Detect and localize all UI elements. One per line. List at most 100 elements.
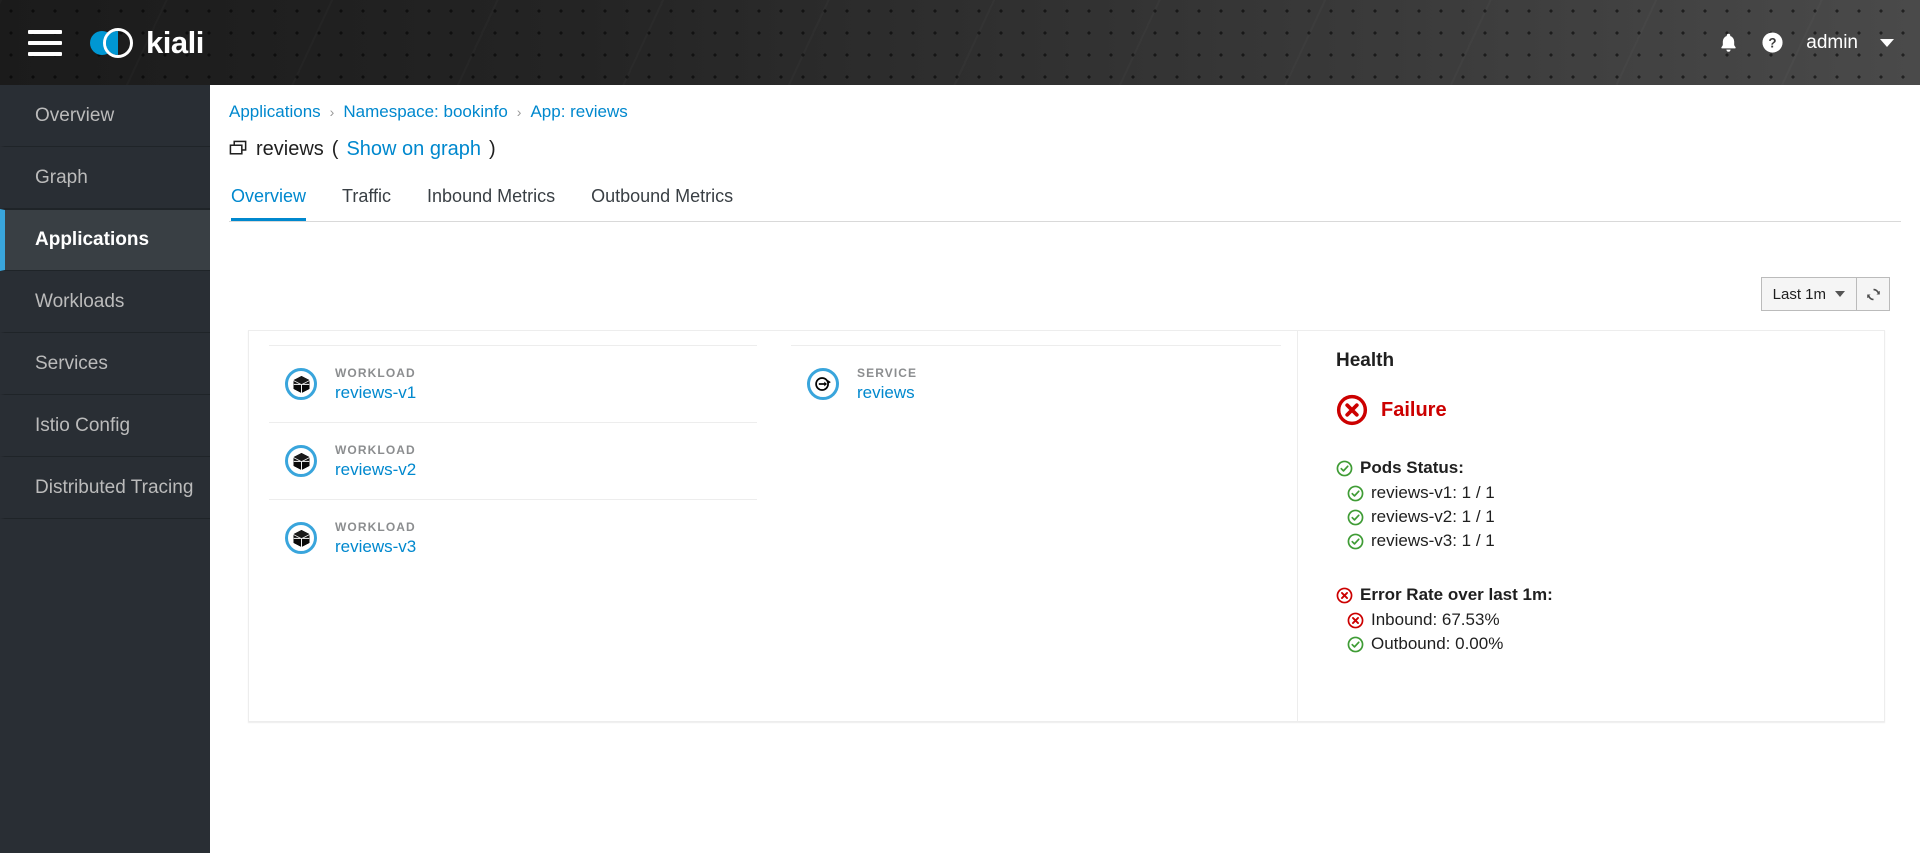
workload-name-link[interactable]: reviews-v1 xyxy=(335,383,416,403)
workload-kind-label: WORKLOAD xyxy=(335,365,416,380)
menu-toggle-icon[interactable] xyxy=(28,29,62,56)
refresh-icon xyxy=(1865,286,1882,303)
help-icon[interactable]: ? xyxy=(1761,31,1784,54)
refresh-button[interactable] xyxy=(1856,277,1890,311)
workload-cube-icon xyxy=(285,368,317,400)
sidebar-item-label: Applications xyxy=(35,229,150,250)
chevron-down-icon xyxy=(1835,291,1845,297)
error-rate-block: Error Rate over last 1m: Inbound: 67.53% xyxy=(1336,585,1884,656)
check-circle-icon xyxy=(1347,533,1364,550)
kiali-brand-text: kiali xyxy=(146,24,204,60)
page-title: reviews ( Show on graph ) xyxy=(210,122,1920,161)
service-kind-label: SERVICE xyxy=(857,365,918,380)
sidebar-item-istio-config[interactable]: Istio Config xyxy=(0,395,210,457)
workload-row[interactable]: WORKLOAD reviews-v1 xyxy=(269,345,757,422)
time-range-value: Last 1m xyxy=(1772,285,1826,303)
sidebar-item-label: Distributed Tracing xyxy=(35,476,194,498)
pod-status-row: reviews-v1: 1 / 1 xyxy=(1347,481,1884,505)
main-content: Applications › Namespace: bookinfo › App… xyxy=(210,85,1920,853)
sidebar-item-label: Istio Config xyxy=(35,414,131,436)
check-circle-icon xyxy=(1347,509,1364,526)
sidebar-item-overview[interactable]: Overview xyxy=(0,85,210,147)
sidebar-item-label: Graph xyxy=(35,166,88,188)
show-on-graph-link[interactable]: Show on graph xyxy=(346,138,481,161)
check-circle-icon xyxy=(1336,460,1353,477)
detail-tabs: Overview Traffic Inbound Metrics Outboun… xyxy=(229,182,1901,222)
application-icon xyxy=(229,140,248,159)
error-rate-heading: Error Rate over last 1m: xyxy=(1360,585,1553,604)
breadcrumb-item-applications[interactable]: Applications xyxy=(229,102,321,122)
error-rate-row: Inbound: 67.53% xyxy=(1347,608,1884,632)
time-range-select[interactable]: Last 1m xyxy=(1760,277,1856,311)
pod-status-text: reviews-v3: 1 / 1 xyxy=(1371,531,1495,550)
workload-cube-icon xyxy=(285,445,317,477)
workload-row[interactable]: WORKLOAD reviews-v3 xyxy=(269,499,757,576)
time-controls: Last 1m xyxy=(1760,277,1890,311)
sidebar-item-distributed-tracing[interactable]: Distributed Tracing xyxy=(0,457,210,519)
service-row[interactable]: SERVICE reviews xyxy=(791,345,1281,422)
tab-outbound-metrics[interactable]: Outbound Metrics xyxy=(591,182,733,221)
workloads-column: WORKLOAD reviews-v1 WORKLOAD reviews-v2 … xyxy=(249,331,773,721)
sidebar-item-services[interactable]: Services xyxy=(0,333,210,395)
page-title-text: reviews xyxy=(256,138,324,160)
tab-overview[interactable]: Overview xyxy=(231,182,307,221)
breadcrumb-separator-icon: › xyxy=(516,104,522,120)
breadcrumb-item-app[interactable]: App: reviews xyxy=(530,102,627,122)
pod-status-text: reviews-v1: 1 / 1 xyxy=(1371,483,1495,502)
workload-meta: WORKLOAD reviews-v3 xyxy=(335,520,416,557)
service-routing-icon xyxy=(807,368,839,400)
pods-status-heading: Pods Status: xyxy=(1360,458,1464,477)
sidebar-item-label: Services xyxy=(35,352,108,374)
pods-status-heading-row: Pods Status: xyxy=(1336,458,1884,478)
kiali-logo[interactable]: kiali xyxy=(90,25,204,61)
service-name-link[interactable]: reviews xyxy=(857,383,917,403)
pod-status-text: reviews-v2: 1 / 1 xyxy=(1371,507,1495,526)
sidebar-item-applications[interactable]: Applications xyxy=(0,209,210,271)
page-title-paren-open: ( xyxy=(331,138,339,160)
chevron-down-icon[interactable] xyxy=(1880,38,1894,47)
workload-meta: WORKLOAD reviews-v2 xyxy=(335,443,416,480)
error-rate-text: Outbound: 0.00% xyxy=(1371,634,1504,653)
sidebar-nav: Overview Graph Applications Workloads Se… xyxy=(0,85,210,853)
workload-meta: WORKLOAD reviews-v1 xyxy=(335,366,416,403)
health-status: Failure xyxy=(1336,394,1884,426)
check-circle-icon xyxy=(1347,485,1364,502)
service-meta: SERVICE reviews xyxy=(857,366,917,403)
breadcrumb: Applications › Namespace: bookinfo › App… xyxy=(210,85,1920,122)
check-circle-icon xyxy=(1347,636,1364,653)
workload-name-link[interactable]: reviews-v3 xyxy=(335,537,416,557)
workload-kind-label: WORKLOAD xyxy=(335,442,416,457)
pod-status-row: reviews-v2: 1 / 1 xyxy=(1347,505,1884,529)
health-status-label: Failure xyxy=(1381,398,1447,421)
workload-row[interactable]: WORKLOAD reviews-v2 xyxy=(269,422,757,499)
svg-text:?: ? xyxy=(1769,35,1777,50)
services-column: SERVICE reviews xyxy=(773,331,1297,721)
sidebar-item-label: Workloads xyxy=(35,290,125,312)
pods-status-block: Pods Status: reviews-v1: 1 / 1 reviews-v… xyxy=(1336,458,1884,553)
workload-cube-icon xyxy=(285,522,317,554)
workload-kind-label: WORKLOAD xyxy=(335,519,416,534)
error-rate-text: Inbound: 67.53% xyxy=(1371,610,1500,629)
sidebar-item-label: Overview xyxy=(35,104,115,126)
tab-inbound-metrics[interactable]: Inbound Metrics xyxy=(427,182,555,221)
error-rate-row: Outbound: 0.00% xyxy=(1347,632,1884,656)
error-circle-icon xyxy=(1347,612,1364,629)
masthead-actions: ? admin xyxy=(1718,31,1894,54)
bell-icon[interactable] xyxy=(1718,31,1739,54)
pod-status-row: reviews-v3: 1 / 1 xyxy=(1347,529,1884,553)
masthead: kiali ? admin xyxy=(0,0,1920,85)
breadcrumb-separator-icon: › xyxy=(329,104,335,120)
sidebar-item-workloads[interactable]: Workloads xyxy=(0,271,210,333)
failure-icon xyxy=(1336,394,1368,426)
breadcrumb-item-namespace[interactable]: Namespace: bookinfo xyxy=(343,102,507,122)
health-column: Health Failure Pods Status: reviews-v1: … xyxy=(1297,331,1884,721)
workload-name-link[interactable]: reviews-v2 xyxy=(335,460,416,480)
sidebar-item-graph[interactable]: Graph xyxy=(0,147,210,209)
tab-traffic[interactable]: Traffic xyxy=(342,182,391,221)
overview-card: WORKLOAD reviews-v1 WORKLOAD reviews-v2 … xyxy=(248,330,1885,722)
error-circle-icon xyxy=(1336,587,1353,604)
page-title-paren-close: ) xyxy=(489,138,496,160)
error-rate-heading-row: Error Rate over last 1m: xyxy=(1336,585,1884,605)
user-menu-label[interactable]: admin xyxy=(1806,32,1858,54)
health-heading: Health xyxy=(1336,350,1395,371)
